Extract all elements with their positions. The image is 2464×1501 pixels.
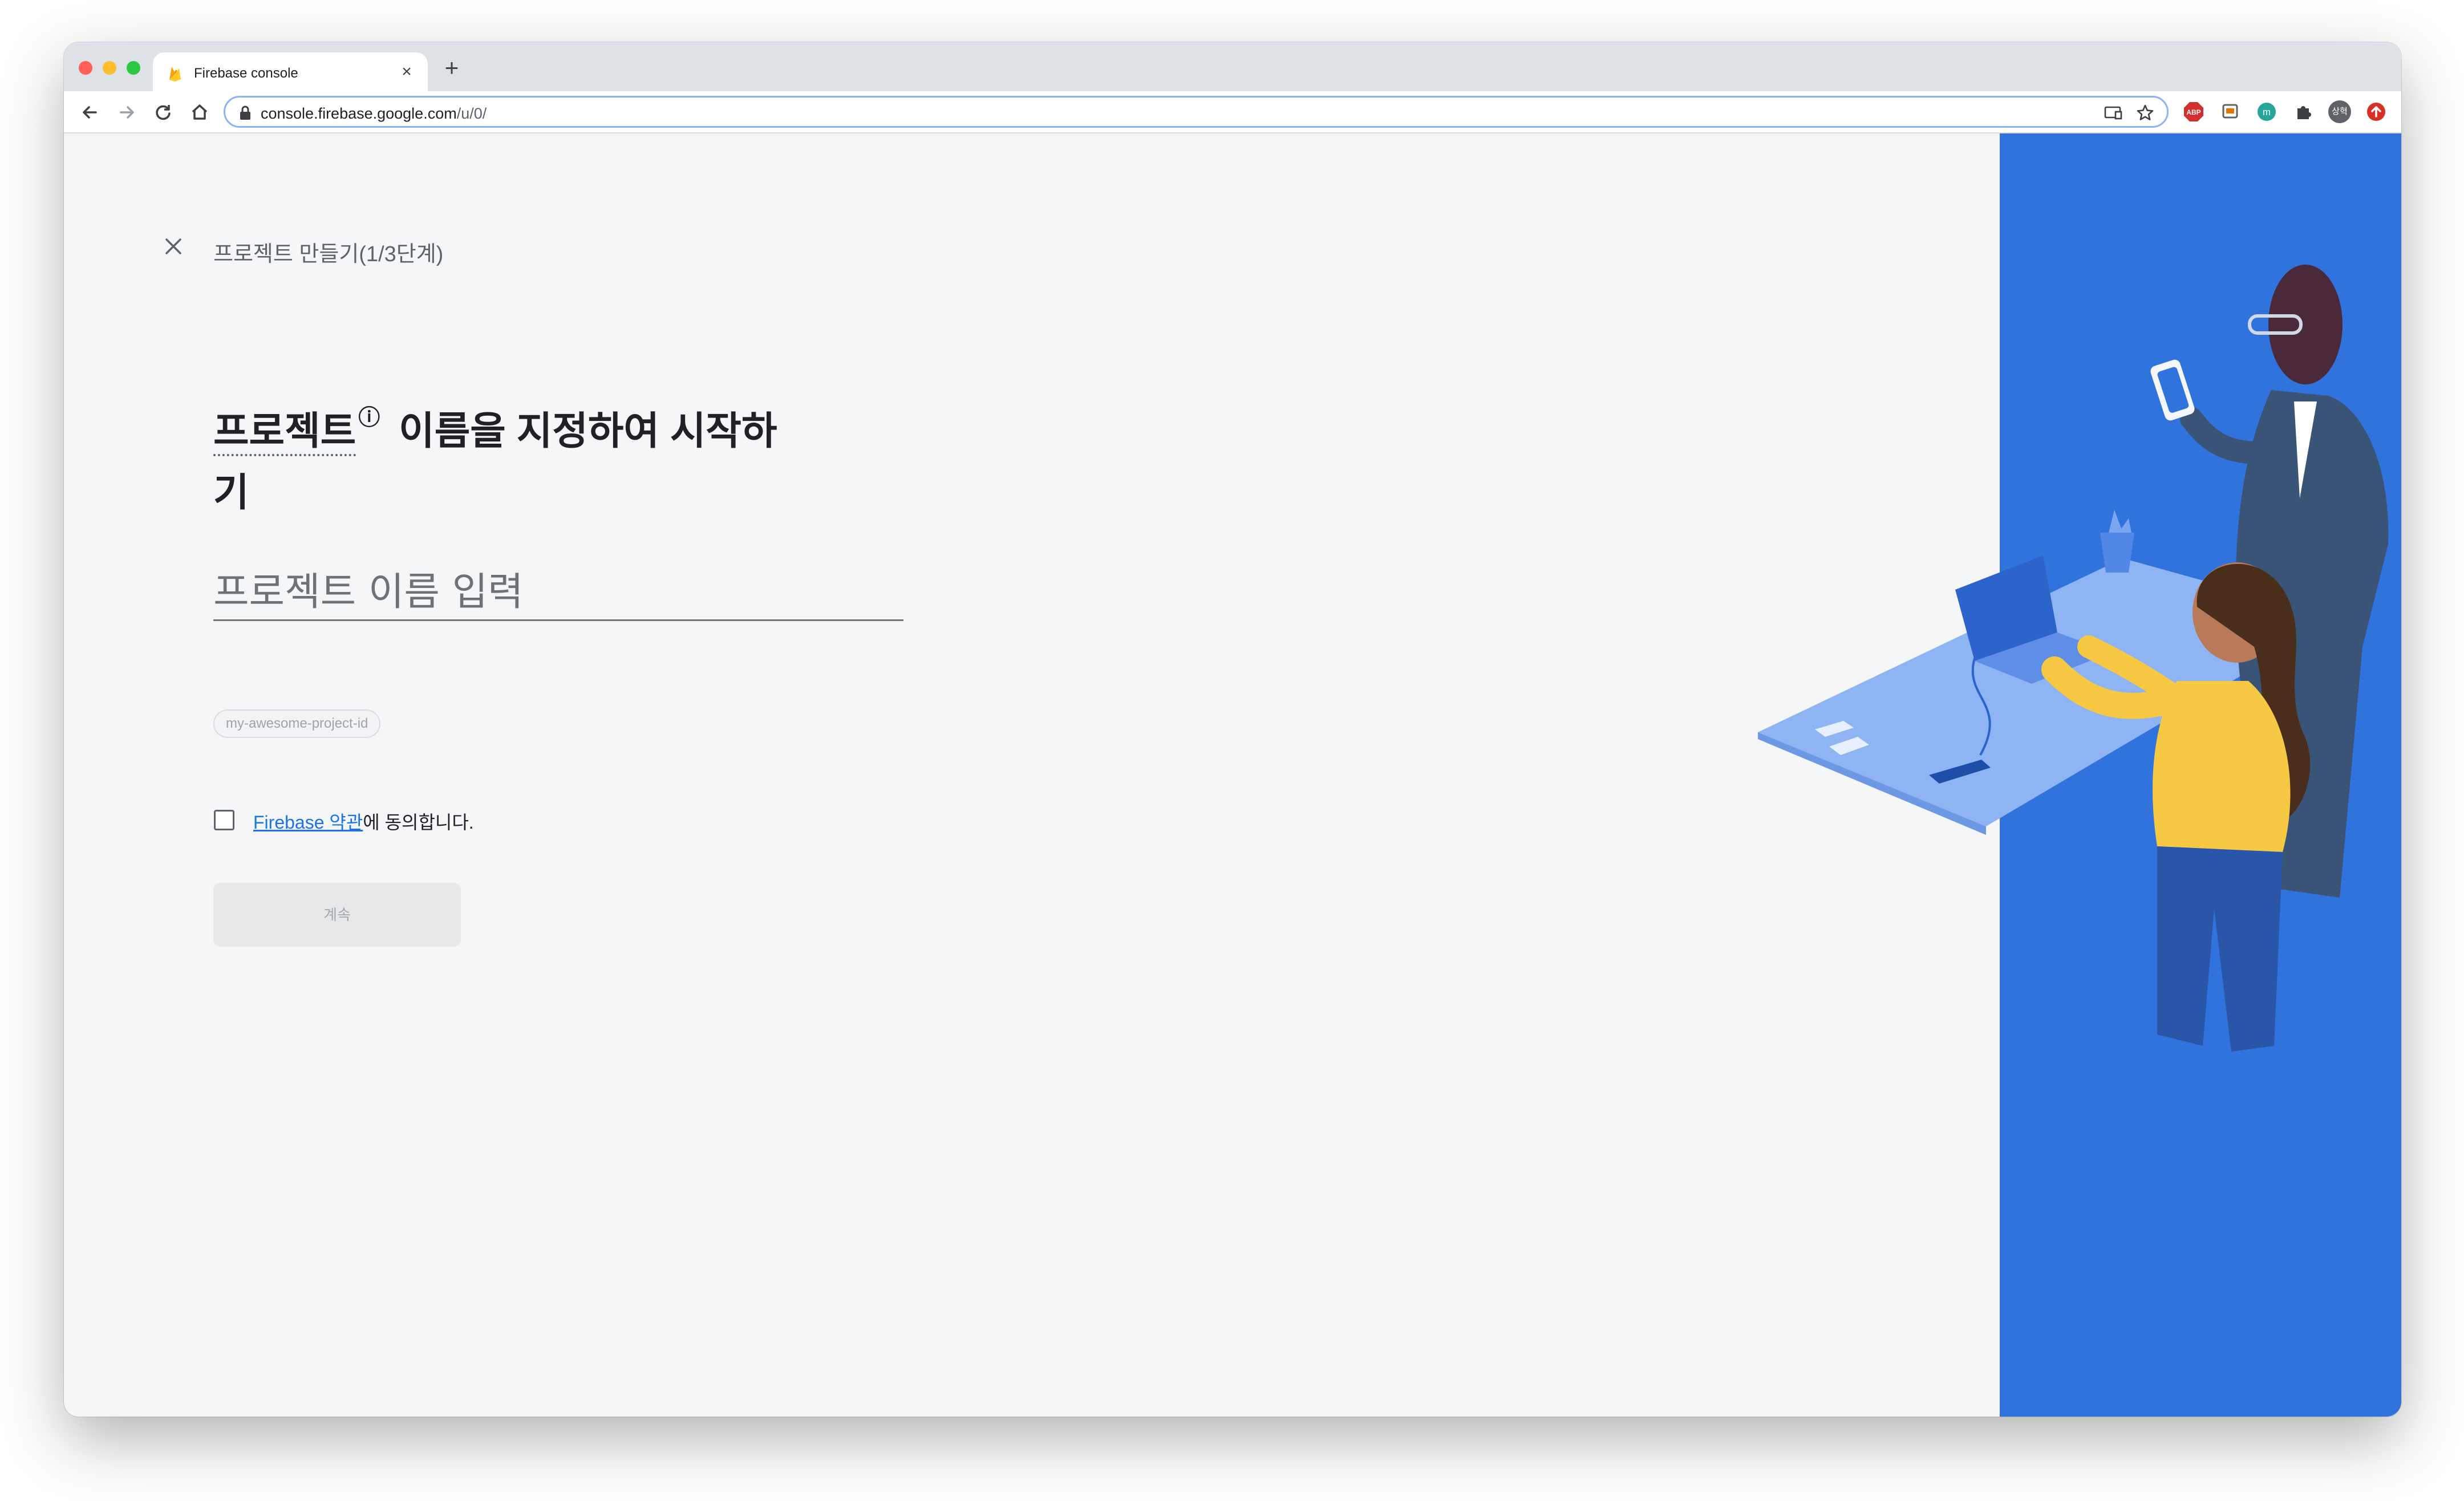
team-illustration — [1758, 133, 2401, 1417]
browser-window: Firebase console × + console.firebase.go… — [64, 42, 2401, 1417]
reload-icon[interactable] — [152, 101, 175, 124]
lock-icon[interactable] — [239, 106, 252, 120]
new-tab-button[interactable]: + — [440, 56, 463, 80]
tab-close-icon[interactable]: × — [398, 63, 415, 80]
tab-title: Firebase console — [194, 66, 298, 81]
firebase-terms-link[interactable]: Firebase 약관 — [253, 812, 363, 833]
project-name-input[interactable] — [213, 565, 903, 621]
forward-arrow-icon[interactable] — [115, 101, 138, 124]
bookmark-star-icon[interactable] — [2135, 103, 2155, 123]
back-arrow-icon[interactable] — [79, 101, 102, 124]
meet-extension-icon[interactable]: m — [2255, 100, 2278, 123]
close-icon[interactable] — [161, 234, 186, 259]
step-title: 프로젝트 만들기(1/3단계) — [213, 242, 444, 266]
extensions-puzzle-icon[interactable] — [2292, 100, 2315, 123]
screen-capture-extension-icon[interactable] — [2219, 100, 2242, 123]
profile-avatar[interactable]: 상혁 — [2328, 100, 2351, 123]
address-bar[interactable]: console.firebase.google.com/u/0/ — [224, 96, 2169, 128]
adblock-extension-icon[interactable]: ABP — [2182, 100, 2205, 123]
firebase-icon — [169, 67, 181, 82]
cast-icon[interactable] — [2103, 103, 2123, 123]
browser-tab[interactable]: Firebase console × — [153, 52, 428, 91]
man-head — [2268, 265, 2343, 384]
window-minimize-button[interactable] — [103, 61, 116, 75]
tab-strip: Firebase console × + — [64, 42, 2401, 91]
page-content: 프로젝트 만들기(1/3단계) 프로젝트ⓘ 이름을 지정하여 시작하기 my-a… — [64, 133, 2401, 1417]
project-term-tooltip[interactable]: 프로젝트 — [213, 409, 356, 456]
project-id-chip[interactable]: my-awesome-project-id — [213, 709, 381, 738]
url-host: console.firebase.google.com — [261, 105, 457, 122]
window-close-button[interactable] — [79, 61, 92, 75]
browser-toolbar: console.firebase.google.com/u/0/ ABP m 상… — [64, 91, 2401, 133]
url-path: /u/0/ — [456, 105, 487, 122]
home-icon[interactable] — [188, 101, 211, 124]
help-icon[interactable]: ⓘ — [358, 406, 380, 430]
update-icon[interactable] — [2365, 100, 2388, 123]
svg-text:ABP: ABP — [2186, 108, 2200, 116]
svg-text:m: m — [2263, 107, 2271, 117]
terms-checkbox[interactable] — [214, 810, 234, 830]
url-text[interactable]: console.firebase.google.com/u/0/ — [261, 105, 487, 123]
page-heading: 프로젝트 ⓘ 이름을 지정하여 시작하기 — [213, 387, 784, 524]
plant — [2100, 533, 2134, 573]
window-zoom-button[interactable] — [127, 61, 140, 75]
continue-button[interactable]: 계속 — [213, 883, 461, 947]
terms-suffix: 에 동의합니다. — [363, 812, 474, 833]
terms-label: Firebase 약관에 동의합니다. — [253, 808, 474, 834]
